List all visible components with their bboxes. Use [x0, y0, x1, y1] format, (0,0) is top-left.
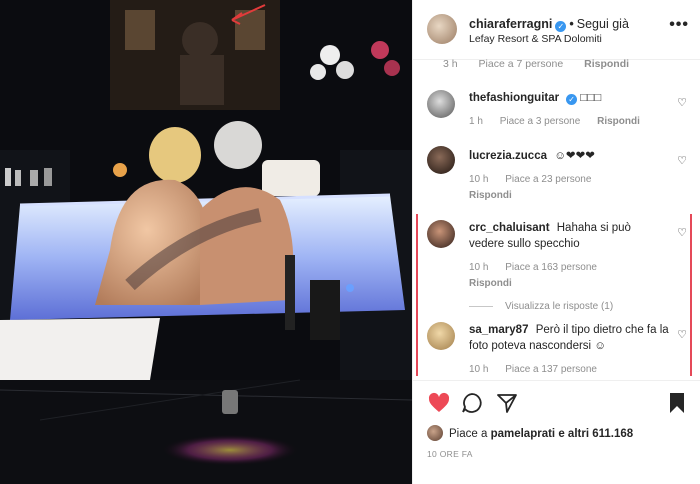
liker-avatar[interactable]	[427, 425, 443, 441]
comment-text: ☺❤❤❤	[554, 150, 595, 162]
liker-username[interactable]: pamelaprati	[491, 428, 556, 440]
comment-meta: 10 h Piace a 23 persone Rispondi	[469, 172, 669, 204]
verified-badge-icon: ✓	[555, 21, 567, 32]
author-line: chiaraferragni ✓ • Segui già	[469, 17, 629, 32]
comment-likes[interactable]: Piace a 3 persone	[500, 116, 581, 127]
follow-button[interactable]: Segui già	[577, 17, 629, 31]
annotation-highlight	[416, 214, 692, 376]
author-username[interactable]: chiaraferragni	[469, 17, 552, 31]
comment-item: lucrezia.zucca ☺❤❤❤ 10 h Piace a 23 pers…	[413, 144, 700, 204]
more-options-icon[interactable]: •••	[669, 16, 689, 34]
reply-button[interactable]: Rispondi	[597, 116, 640, 127]
comment-likes[interactable]: Piace a 7 persone	[479, 58, 564, 70]
comment-bubble-icon[interactable]	[460, 391, 484, 415]
commenter-avatar[interactable]	[427, 90, 455, 118]
verified-badge-icon: ✓	[566, 94, 578, 105]
previous-comment-meta: 3 h Piace a 7 persone Rispondi	[443, 58, 647, 70]
comment-body: lucrezia.zucca ☺❤❤❤ 10 h Piace a 23 pers…	[469, 148, 669, 204]
likes-prefix: Piace a	[449, 428, 488, 440]
likes-others[interactable]: e altri 611.168	[558, 428, 633, 440]
post-header: chiaraferragni ✓ • Segui già Lefay Resort &…	[413, 0, 700, 60]
save-bookmark-icon[interactable]	[665, 391, 689, 415]
author-avatar[interactable]	[427, 14, 457, 44]
comment-body: thefashionguitar ✓ □□□ 1 h Piace a 3 pers…	[469, 90, 669, 130]
post-time-ago: 10 ORE FA	[427, 449, 473, 459]
separator-dot: •	[569, 17, 574, 31]
comment-likes[interactable]: Piace a 23 persone	[505, 174, 591, 185]
location-link[interactable]: Lefay Resort & SPA Dolomiti	[469, 33, 602, 45]
commenter-username[interactable]: thefashionguitar	[469, 92, 559, 104]
comment-meta: 1 h Piace a 3 persone Rispondi	[469, 114, 669, 130]
like-comment-heart-icon[interactable]: ♡	[677, 96, 687, 109]
photo-illustration	[0, 0, 412, 484]
comment-time: 1 h	[469, 116, 483, 127]
likes-summary: Piace a pamelaprati e altri 611.168	[427, 425, 633, 441]
reply-button[interactable]: Rispondi	[469, 190, 512, 201]
comment-item: thefashionguitar ✓ □□□ 1 h Piace a 3 pers…	[413, 88, 700, 132]
comment-time: 3 h	[443, 58, 458, 70]
commenter-username[interactable]: lucrezia.zucca	[469, 150, 547, 162]
share-paper-plane-icon[interactable]	[495, 391, 519, 415]
comment-time: 10 h	[469, 174, 489, 185]
like-heart-icon[interactable]	[427, 391, 451, 415]
like-comment-heart-icon[interactable]: ♡	[677, 154, 687, 167]
reply-button[interactable]: Rispondi	[584, 58, 629, 70]
commenter-avatar[interactable]	[427, 146, 455, 174]
post-actions: Piace a pamelaprati e altri 611.168 10 O…	[413, 380, 700, 484]
post-photo[interactable]	[0, 0, 412, 484]
comment-text: □□□	[580, 92, 602, 104]
